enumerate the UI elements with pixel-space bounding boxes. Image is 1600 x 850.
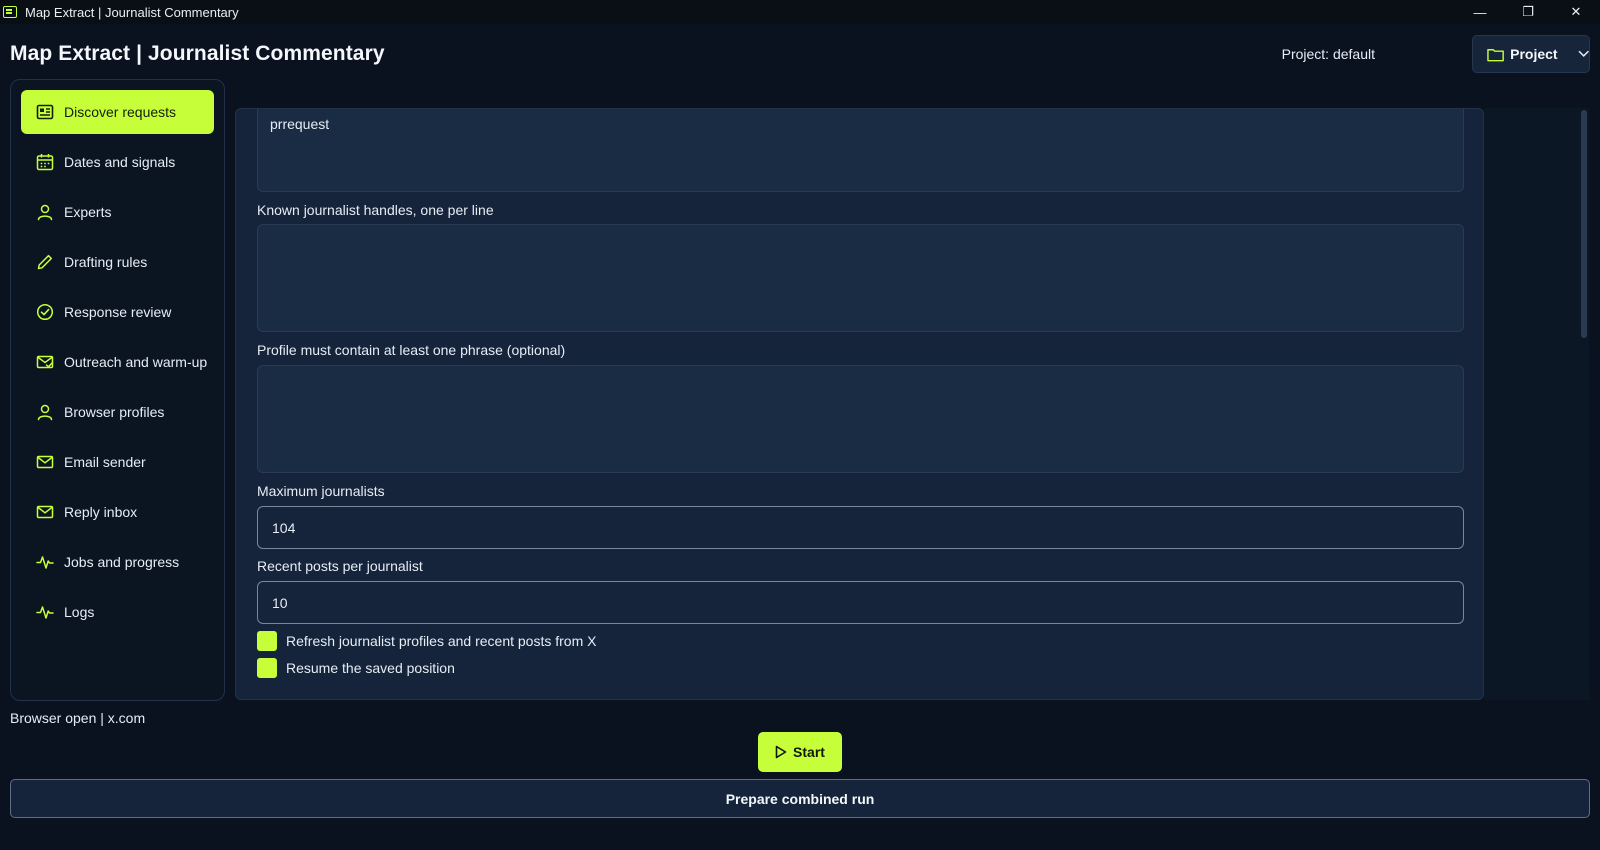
scrollbar-thumb[interactable] <box>1581 110 1587 338</box>
window-titlebar: Map Extract | Journalist Commentary — ❐ … <box>0 0 1600 24</box>
sidebar-item-label: Outreach and warm-up <box>64 354 208 370</box>
mail-check-icon <box>36 355 54 369</box>
person-icon <box>37 404 53 421</box>
calendar-icon <box>36 154 54 171</box>
sidebar-item-label: Browser profiles <box>64 404 165 420</box>
window-title: Map Extract | Journalist Commentary <box>25 4 239 20</box>
max-journalists-input[interactable]: 104 <box>257 506 1464 549</box>
sidebar-item-outreach-and-warm-up[interactable]: Outreach and warm-up <box>21 340 214 384</box>
sidebar-item-response-review[interactable]: Response review <box>21 290 214 334</box>
sidebar: Discover requests Dates and signals Expe… <box>10 79 225 701</box>
request-keywords-textarea[interactable]: prrequest <box>257 109 1464 192</box>
textarea-text: prrequest <box>270 116 330 132</box>
mail-icon <box>36 505 54 519</box>
play-icon <box>775 745 787 759</box>
sidebar-item-label: Jobs and progress <box>64 554 180 570</box>
window-controls: — ❐ ✕ <box>1456 0 1600 24</box>
pencil-icon <box>37 254 53 270</box>
start-button[interactable]: Start <box>758 732 842 772</box>
max-journalists-label: Maximum journalists <box>257 483 385 499</box>
sidebar-item-label: Experts <box>64 204 112 220</box>
sidebar-item-label: Drafting rules <box>64 254 148 270</box>
handles-label: Known journalist handles, one per line <box>257 202 494 218</box>
folder-icon <box>1487 48 1504 61</box>
sidebar-item-jobs-and-progress[interactable]: Jobs and progress <box>21 540 214 584</box>
resume-position-option[interactable]: Resume the saved position <box>257 658 455 678</box>
activity-icon <box>36 606 54 619</box>
sidebar-item-label: Logs <box>64 604 95 620</box>
chevron-down-icon <box>1578 50 1589 57</box>
sidebar-item-experts[interactable]: Experts <box>21 190 214 234</box>
sidebar-item-discover-requests[interactable]: Discover requests <box>21 90 214 134</box>
sidebar-item-logs[interactable]: Logs <box>21 590 214 634</box>
check-circle-icon <box>36 303 54 321</box>
resume-position-checkbox[interactable] <box>257 658 277 678</box>
sidebar-item-label: Reply inbox <box>64 504 138 520</box>
handles-textarea[interactable] <box>257 224 1464 332</box>
phrase-textarea[interactable] <box>257 365 1464 473</box>
refresh-profiles-option[interactable]: Refresh journalist profiles and recent p… <box>257 631 596 651</box>
sidebar-item-browser-profiles[interactable]: Browser profiles <box>21 390 214 434</box>
sidebar-item-label: Email sender <box>64 454 146 470</box>
project-label: Project: default <box>1281 46 1375 62</box>
form-panel[interactable]: prrequest Known journalist handles, one … <box>235 108 1484 700</box>
minimize-button[interactable]: — <box>1456 0 1504 24</box>
page-title: Map Extract | Journalist Commentary <box>10 42 385 65</box>
refresh-profiles-checkbox[interactable] <box>257 631 277 651</box>
combined-button-label: Prepare combined run <box>725 790 875 807</box>
phrase-label: Profile must contain at least one phrase… <box>257 342 566 358</box>
person-icon <box>37 204 53 221</box>
resume-position-label: Resume the saved position <box>286 660 455 676</box>
sidebar-item-label: Response review <box>64 304 172 320</box>
recent-posts-label: Recent posts per journalist <box>257 558 423 574</box>
activity-icon <box>36 556 54 569</box>
browser-status: Browser open | x.com <box>10 710 146 726</box>
max-journalists-value: 104 <box>272 519 296 536</box>
app-icon <box>3 6 17 18</box>
sidebar-item-email-sender[interactable]: Email sender <box>21 440 214 484</box>
sidebar-item-reply-inbox[interactable]: Reply inbox <box>21 490 214 534</box>
sidebar-item-dates-and-signals[interactable]: Dates and signals <box>21 140 214 184</box>
refresh-profiles-label: Refresh journalist profiles and recent p… <box>286 633 597 649</box>
prepare-combined-run-button[interactable]: Prepare combined run <box>10 779 1590 818</box>
close-button[interactable]: ✕ <box>1552 0 1600 24</box>
app-header: Map Extract | Journalist Commentary Proj… <box>0 24 1600 80</box>
restore-button[interactable]: ❐ <box>1504 0 1552 24</box>
recent-posts-value: 10 <box>272 594 288 611</box>
project-button-label: Project <box>1510 46 1558 62</box>
right-panel-area <box>1484 108 1579 700</box>
mail-icon <box>36 455 54 469</box>
project-button[interactable]: Project <box>1472 35 1590 73</box>
sidebar-item-label: Dates and signals <box>64 154 176 170</box>
recent-posts-input[interactable]: 10 <box>257 581 1464 624</box>
panel-scrollbar[interactable] <box>1579 108 1589 700</box>
start-button-label: Start <box>793 744 825 760</box>
sidebar-item-drafting-rules[interactable]: Drafting rules <box>21 240 214 284</box>
newspaper-icon <box>36 104 54 120</box>
sidebar-item-label: Discover requests <box>64 104 177 120</box>
